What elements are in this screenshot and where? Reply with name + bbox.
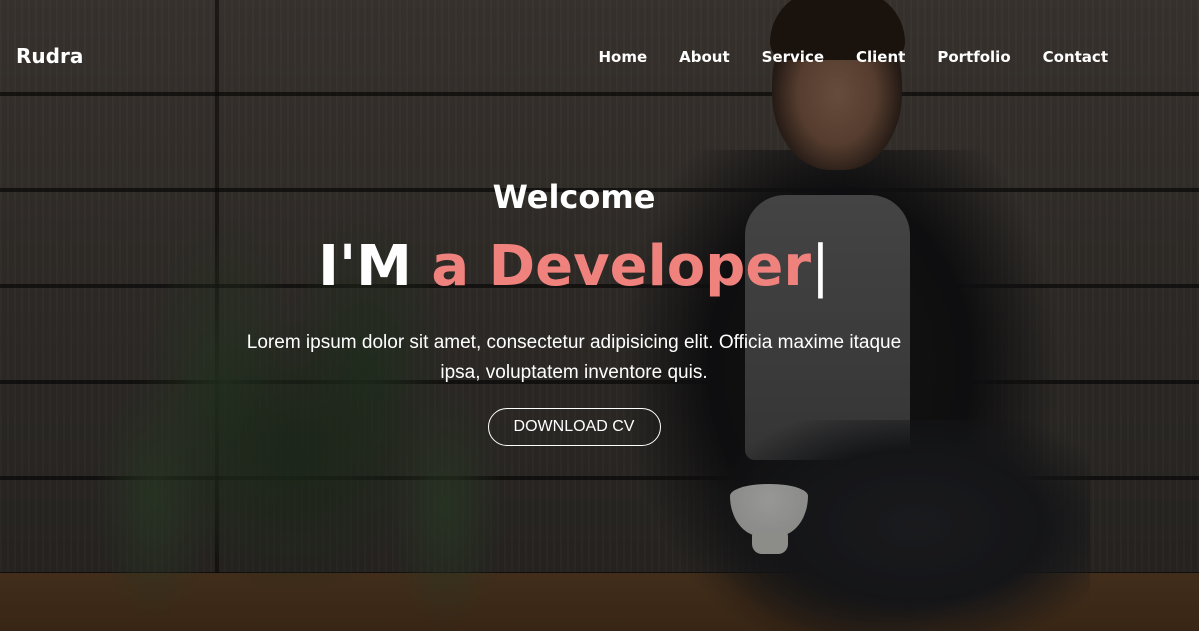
nav-links: Home About Service Client Portfolio Cont… (582, 48, 1108, 66)
nav-item-home: Home (582, 48, 663, 66)
navbar: Rudra Home About Service Client Portfoli… (0, 0, 1199, 118)
nav-item-portfolio: Portfolio (921, 48, 1026, 66)
nav-item-about: About (663, 48, 746, 66)
nav-link-portfolio[interactable]: Portfolio (921, 48, 1026, 66)
headline-prefix: I'M (318, 234, 432, 299)
nav-link-client[interactable]: Client (840, 48, 921, 66)
nav-item-contact: Contact (1027, 48, 1108, 66)
hero-content: Welcome I'M a Developer| Lorem ipsum dol… (0, 176, 1148, 446)
nav-item-service: Service (746, 48, 840, 66)
hero-headline: I'M a Developer| (0, 232, 1148, 302)
nav-link-service[interactable]: Service (746, 48, 840, 66)
brand-logo[interactable]: Rudra (16, 44, 83, 68)
headline-typed-text: a Developer (431, 234, 811, 299)
nav-link-about[interactable]: About (663, 48, 746, 66)
nav-link-home[interactable]: Home (582, 48, 663, 66)
nav-item-client: Client (840, 48, 921, 66)
hero-description: Lorem ipsum dolor sit amet, consectetur … (246, 332, 902, 383)
nav-link-contact[interactable]: Contact (1027, 48, 1108, 66)
typing-cursor: | (810, 234, 830, 299)
welcome-heading: Welcome (492, 178, 656, 216)
download-cv-button[interactable]: DOWNLOAD CV (487, 408, 661, 446)
